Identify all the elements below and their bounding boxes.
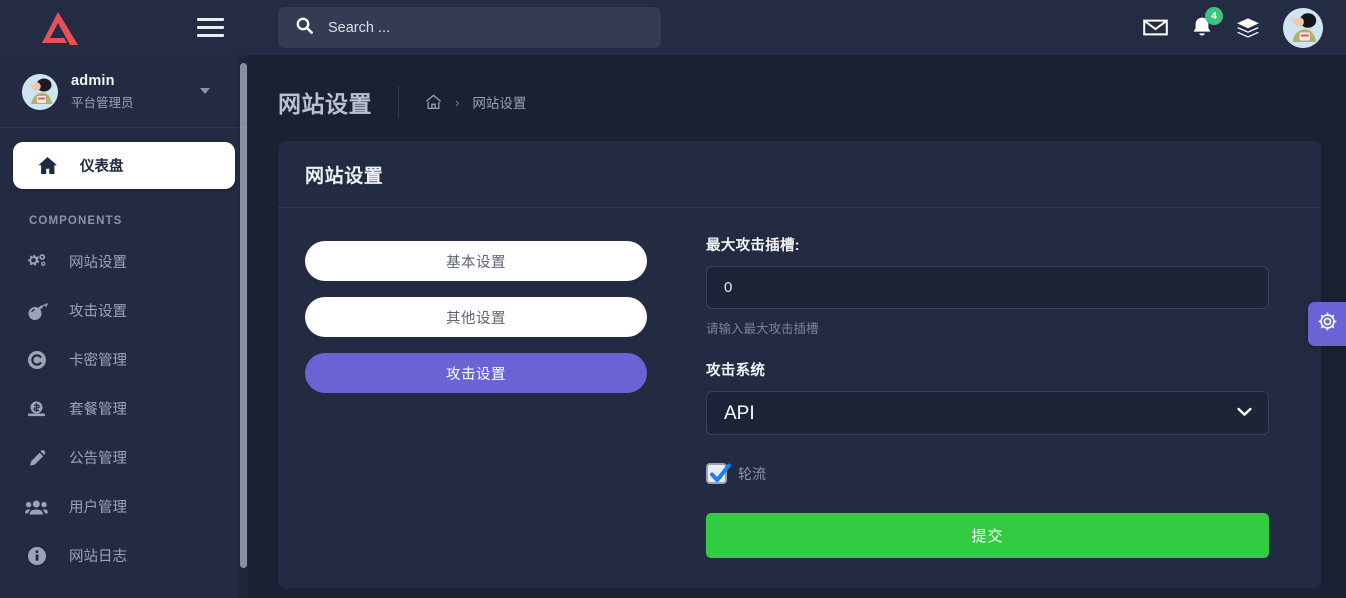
rotate-checkbox[interactable]: [706, 463, 727, 484]
bell-icon[interactable]: 4: [1191, 16, 1213, 39]
sidebar-nav: 仪表盘 COMPONENTS 网站设置: [0, 128, 248, 580]
sidebar-item-card-management[interactable]: 卡密管理: [13, 335, 235, 384]
users-icon: [24, 496, 49, 518]
gear-icon: [1317, 311, 1338, 337]
envelope-icon[interactable]: [1143, 18, 1168, 37]
sidebar-user-meta: admin 平台管理员: [71, 73, 134, 111]
attack-system-select[interactable]: API: [706, 391, 1269, 435]
notification-badge: 4: [1205, 7, 1223, 25]
user-avatar[interactable]: [1283, 8, 1323, 48]
submit-row: 提交: [706, 513, 1269, 558]
info-circle-icon: [24, 545, 49, 567]
sidebar-item-dashboard[interactable]: 仪表盘: [13, 142, 235, 189]
sidebar-item-label: 网站设置: [69, 251, 127, 272]
sidebar-item-label: 攻击设置: [69, 300, 127, 321]
breadcrumb-separator: ›: [455, 95, 459, 110]
cogs-icon: [24, 251, 49, 273]
app-root: admin 平台管理员 仪表盘 COMPONENTS: [0, 0, 1346, 598]
theme-settings-button[interactable]: [1308, 302, 1346, 346]
layers-icon[interactable]: [1236, 17, 1260, 39]
max-attack-slot-input[interactable]: [706, 266, 1269, 309]
sidebar-item-label: 公告管理: [69, 447, 127, 468]
sidebar-item-site-settings[interactable]: 网站设置: [13, 237, 235, 286]
search-input[interactable]: [328, 20, 643, 36]
sidebar-item-label: 仪表盘: [80, 155, 124, 176]
search-icon: [296, 17, 313, 39]
attack-system-select-wrap: API: [706, 391, 1269, 435]
sidebar-user-block[interactable]: admin 平台管理员: [0, 55, 248, 128]
card-body: 基本设置 其他设置 攻击设置 最大攻击插槽: 请输入最大攻击插槽 攻击系统: [278, 208, 1321, 588]
rotate-label: 轮流: [738, 464, 766, 484]
avatar: [22, 74, 58, 110]
page-title: 网站设置: [278, 85, 372, 119]
sidebar-item-label: 套餐管理: [69, 398, 127, 419]
page-head: 网站设置 › 网站设置: [248, 55, 1346, 141]
card-title: 网站设置: [305, 161, 1294, 188]
attack-settings-form: 最大攻击插槽: 请输入最大攻击插槽 攻击系统 API: [647, 234, 1294, 558]
sidebar-user-role: 平台管理员: [71, 92, 134, 111]
bomb-icon: [24, 300, 49, 322]
sidebar-item-label: 卡密管理: [69, 349, 127, 370]
chevron-down-icon[interactable]: [200, 88, 210, 94]
sidebar-section-heading: COMPONENTS: [13, 189, 235, 237]
tab-other-settings[interactable]: 其他设置: [305, 297, 647, 337]
tab-attack-settings[interactable]: 攻击设置: [305, 353, 647, 393]
breadcrumb-current[interactable]: 网站设置: [472, 92, 526, 112]
home-outline-icon[interactable]: [425, 94, 442, 110]
main-area: 4: [248, 0, 1346, 598]
settings-card: 网站设置 基本设置 其他设置 攻击设置 最大攻击插槽: 请输入最大攻击插槽 攻击…: [278, 141, 1321, 588]
sidebar-item-announcement-management[interactable]: 公告管理: [13, 433, 235, 482]
settings-tab-list: 基本设置 其他设置 攻击设置: [305, 234, 647, 558]
search-box[interactable]: [278, 7, 661, 48]
topbar-icons: 4: [1143, 8, 1323, 48]
rotate-checkbox-row: 轮流: [706, 463, 1269, 484]
triangle-a-logo-icon[interactable]: [34, 9, 82, 47]
home-icon: [35, 155, 60, 177]
breadcrumb-divider: [398, 86, 399, 118]
hamburger-menu-icon[interactable]: [195, 14, 226, 41]
attack-system-group: 攻击系统 API: [706, 359, 1269, 435]
breadcrumb: › 网站设置: [425, 92, 526, 112]
attack-system-label: 攻击系统: [706, 359, 1269, 380]
sidebar-item-package-management[interactable]: 套餐管理: [13, 384, 235, 433]
sidebar: admin 平台管理员 仪表盘 COMPONENTS: [0, 0, 248, 598]
card-header: 网站设置: [278, 141, 1321, 208]
max-attack-slot-label: 最大攻击插槽:: [706, 234, 1269, 255]
submit-button[interactable]: 提交: [706, 513, 1269, 558]
topbar: 4: [248, 0, 1346, 55]
sidebar-item-site-logs[interactable]: 网站日志: [13, 531, 235, 580]
sidebar-scroll-area: admin 平台管理员 仪表盘 COMPONENTS: [0, 55, 248, 598]
max-attack-slot-help: 请输入最大攻击插槽: [706, 318, 1269, 337]
tab-basic-settings[interactable]: 基本设置: [305, 241, 647, 281]
sidebar-user-name: admin: [71, 73, 134, 89]
copyright-circle-icon: [24, 349, 49, 371]
sidebar-header: [0, 0, 248, 55]
sidebar-scrollbar-thumb[interactable]: [240, 63, 247, 568]
sidebar-item-label: 用户管理: [69, 496, 127, 517]
sidebar-item-user-management[interactable]: 用户管理: [13, 482, 235, 531]
money-bill-icon: [24, 398, 49, 420]
pen-icon: [24, 447, 49, 469]
sidebar-item-label: 网站日志: [69, 545, 127, 566]
sidebar-item-attack-settings[interactable]: 攻击设置: [13, 286, 235, 335]
max-attack-slot-group: 最大攻击插槽: 请输入最大攻击插槽: [706, 234, 1269, 337]
